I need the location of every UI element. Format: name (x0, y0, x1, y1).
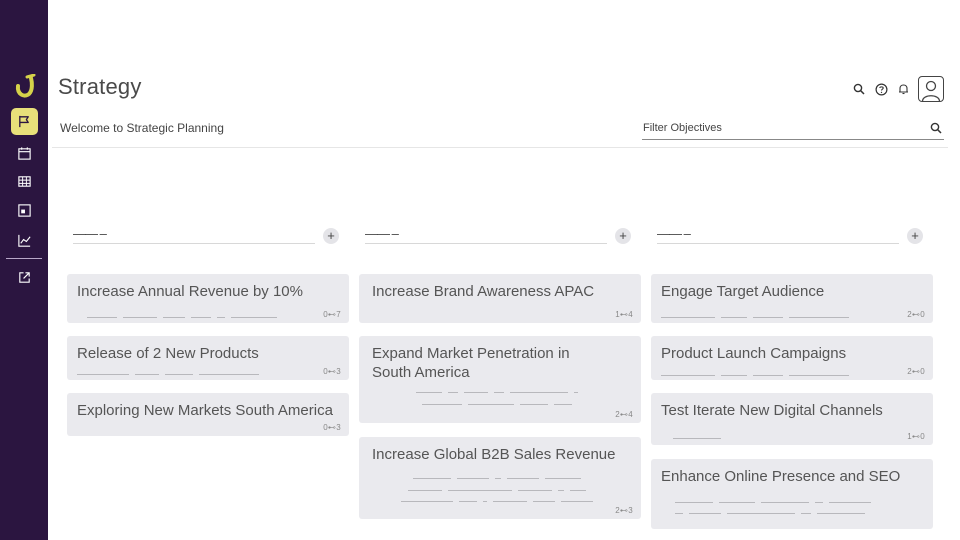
objective-title: Increase Annual Revenue by 10% (77, 283, 303, 300)
calendar-icon (18, 147, 31, 160)
objective-title: Increase Global B2B Sales Revenue (372, 446, 616, 463)
description-placeholder (359, 396, 641, 414)
filter-input[interactable] (642, 118, 912, 138)
objective-counts: 0⊷7 (323, 310, 341, 319)
column-title-underline (657, 243, 899, 244)
user-avatar[interactable] (918, 76, 944, 102)
objective-card[interactable]: Release of 2 New Products 0⊷3 (67, 336, 349, 380)
objective-card[interactable]: Engage Target Audience 2⊷0 (651, 274, 933, 323)
objective-title: Enhance Online Presence and SEO (661, 468, 901, 485)
column-title[interactable]: —— – (73, 226, 107, 241)
objective-card[interactable]: Exploring New Markets South America 0⊷3 (67, 393, 349, 436)
objective-title: Release of 2 New Products (77, 345, 259, 362)
objective-column: —— – + Increase Brand Awareness APAC 1⊷4… (359, 224, 641, 519)
sidebar-item-analytics[interactable] (11, 227, 38, 254)
sidebar-item-table[interactable] (11, 168, 38, 195)
column-title-underline (73, 243, 315, 244)
sidebar-item-strategy[interactable] (11, 108, 38, 135)
logo-icon[interactable] (14, 74, 36, 100)
objective-counts: 0⊷3 (323, 367, 341, 376)
objective-card[interactable]: Test Iterate New Digital Channels 1⊷0 (651, 393, 933, 445)
table-icon (18, 176, 31, 187)
search-icon[interactable] (852, 82, 866, 96)
add-objective-button[interactable]: + (323, 228, 339, 244)
description-placeholder (651, 309, 933, 327)
description-placeholder (67, 309, 349, 327)
description-placeholder (651, 505, 933, 523)
column-title[interactable]: —— – (657, 226, 691, 241)
welcome-text: Welcome to Strategic Planning (60, 121, 224, 135)
board-icon (18, 204, 31, 217)
objective-counts: 2⊷0 (907, 310, 925, 319)
column-header: —— – + (67, 224, 349, 246)
header-actions (852, 76, 944, 102)
objective-card[interactable]: Increase Annual Revenue by 10% 0⊷7 (67, 274, 349, 323)
page-title: Strategy (58, 74, 142, 99)
bell-icon[interactable] (896, 82, 910, 96)
objective-title: Product Launch Campaigns (661, 345, 847, 362)
sidebar-item-calendar[interactable] (11, 140, 38, 167)
header-divider (52, 147, 948, 148)
sidebar (0, 0, 48, 540)
objective-column: —— – + Increase Annual Revenue by 10% 0⊷… (67, 224, 349, 436)
objective-title: Test Iterate New Digital Channels (661, 402, 883, 419)
objective-card[interactable]: Product Launch Campaigns 2⊷0 (651, 336, 933, 380)
description-placeholder (67, 366, 349, 384)
flag-icon (19, 115, 29, 128)
objective-card[interactable]: Increase Global B2B Sales Revenue 2⊷3 (359, 437, 641, 519)
sidebar-item-board[interactable] (11, 197, 38, 224)
column-header: —— – + (359, 224, 641, 246)
app-root: Strategy Welcome to Strategic Planning —… (0, 0, 960, 540)
objective-title: Expand Market Penetration in South Ameri… (372, 345, 570, 381)
external-link-icon (19, 272, 30, 283)
description-placeholder (651, 367, 933, 385)
objective-counts: 2⊷0 (907, 367, 925, 376)
objective-title: Increase Brand Awareness APAC (372, 283, 595, 300)
column-header: —— – + (651, 224, 933, 246)
objective-card[interactable]: Enhance Online Presence and SEO (651, 459, 933, 529)
column-title[interactable]: —— – (365, 226, 399, 241)
user-icon (921, 80, 941, 101)
add-objective-button[interactable]: + (615, 228, 631, 244)
description-placeholder (651, 430, 933, 448)
description-placeholder (359, 493, 641, 511)
sidebar-item-external[interactable] (11, 264, 38, 291)
filter-search-icon[interactable] (930, 122, 942, 134)
objective-counts: 1⊷0 (907, 432, 925, 441)
objective-title: Engage Target Audience (661, 283, 825, 300)
sidebar-divider (6, 258, 42, 259)
objective-title: Exploring New Markets South America (77, 402, 333, 419)
objective-card[interactable]: Increase Brand Awareness APAC 1⊷4 (359, 274, 641, 323)
chart-icon (18, 234, 31, 247)
column-title-underline (365, 243, 607, 244)
objective-card[interactable]: Expand Market Penetration in South Ameri… (359, 336, 641, 423)
objective-counts: 2⊷4 (615, 410, 633, 419)
objective-counts: 2⊷3 (615, 506, 633, 515)
objective-counts: 1⊷4 (615, 310, 633, 319)
objective-column: —— – + Engage Target Audience 2⊷0 Produc… (651, 224, 933, 529)
help-icon[interactable] (874, 82, 888, 96)
objective-counts: 0⊷3 (323, 423, 341, 432)
filter-objectives (642, 118, 944, 140)
add-objective-button[interactable]: + (907, 228, 923, 244)
